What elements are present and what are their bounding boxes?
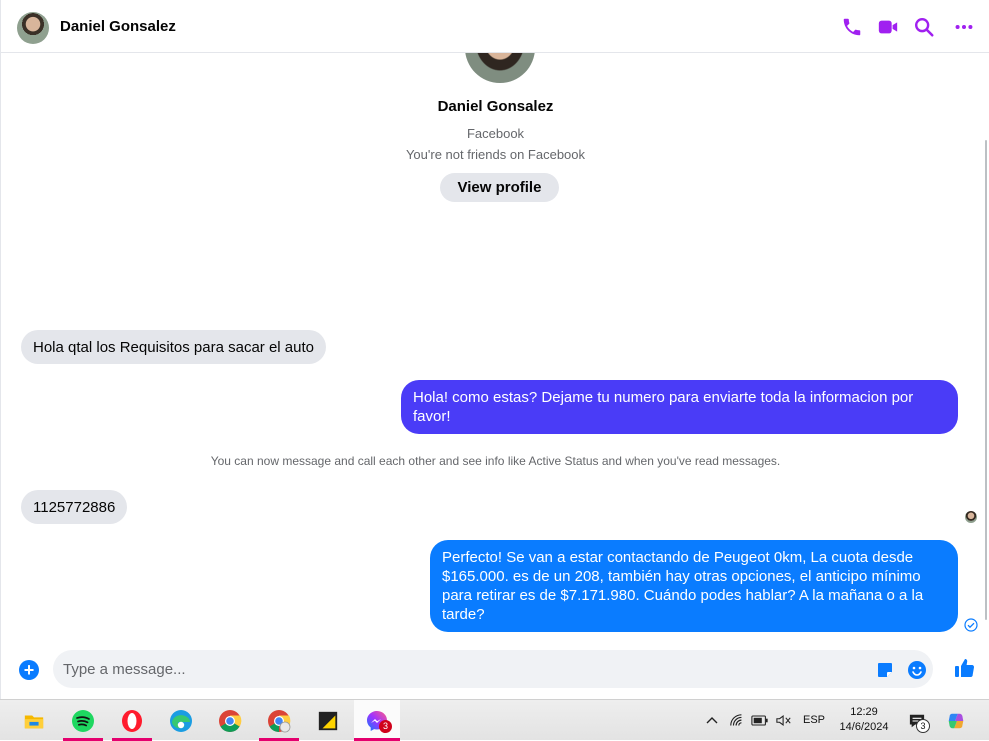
scrollbar[interactable] (985, 140, 987, 620)
file-explorer-icon[interactable] (14, 700, 54, 741)
message-list[interactable]: Daniel Gonsalez Facebook You're not frie… (3, 53, 988, 648)
volume-muted-icon[interactable] (774, 700, 794, 741)
clock-time: 12:29 (850, 706, 878, 718)
notifications-icon[interactable]: 3 (904, 700, 930, 741)
notification-count: 3 (916, 719, 930, 733)
chevron-up-icon[interactable] (703, 700, 721, 741)
video-camera-icon[interactable] (877, 16, 899, 38)
sticky-notes-icon[interactable] (308, 700, 348, 741)
sticker-icon[interactable] (876, 661, 894, 679)
more-actions-plus-icon[interactable]: + (19, 660, 39, 680)
profile-name: Daniel Gonsalez (437, 98, 554, 115)
phone-icon[interactable] (841, 16, 863, 38)
battery-icon[interactable] (750, 700, 770, 741)
incoming-message[interactable]: 1125772886 (21, 490, 128, 524)
contact-name[interactable]: Daniel Gonsalez (60, 18, 176, 35)
incoming-message[interactable]: Hola qtal los Requisitos para sacar el a… (21, 330, 326, 364)
messenger-icon[interactable]: 3 (354, 700, 400, 741)
profile-platform: Facebook (466, 126, 525, 141)
edge-icon[interactable] (161, 700, 201, 741)
language-indicator[interactable]: ESP (803, 714, 825, 726)
clock-date: 14/6/2024 (839, 721, 889, 733)
messenger-window: Daniel Gonsalez Daniel Gonsalez Facebook… (0, 0, 989, 699)
messenger-badge: 3 (379, 720, 392, 733)
profile-avatar (465, 53, 535, 83)
like-thumbs-up-icon[interactable] (953, 657, 975, 679)
system-note: You can now message and call each other … (210, 454, 781, 468)
view-profile-button[interactable]: View profile (440, 173, 559, 202)
spotify-icon[interactable] (63, 700, 103, 741)
taskbar-clock[interactable]: 12:29 14/6/2024 (836, 705, 892, 735)
contact-avatar[interactable] (17, 12, 49, 44)
outgoing-message[interactable]: Hola! como estas? Dejame tu numero para … (401, 380, 958, 434)
wifi-icon[interactable] (727, 700, 747, 741)
windows-taskbar: 3 ESP 12:29 14/6/2024 3 (0, 699, 989, 741)
message-box (53, 650, 933, 688)
friend-status: You're not friends on Facebook (405, 147, 586, 162)
conversation-header: Daniel Gonsalez (1, 0, 989, 53)
composer-bar: + (1, 648, 989, 699)
copilot-icon[interactable] (943, 700, 969, 741)
chrome-profile-icon[interactable] (259, 700, 299, 741)
search-icon[interactable] (913, 16, 935, 38)
outgoing-message[interactable]: Perfecto! Se van a estar contactando de … (430, 540, 958, 632)
chrome-icon[interactable] (210, 700, 250, 741)
message-input[interactable] (63, 657, 853, 681)
more-icon[interactable] (953, 16, 975, 38)
delivered-check-icon (964, 618, 978, 632)
read-receipt-avatar (965, 511, 977, 523)
emoji-icon[interactable] (907, 660, 927, 680)
opera-icon[interactable] (112, 700, 152, 741)
